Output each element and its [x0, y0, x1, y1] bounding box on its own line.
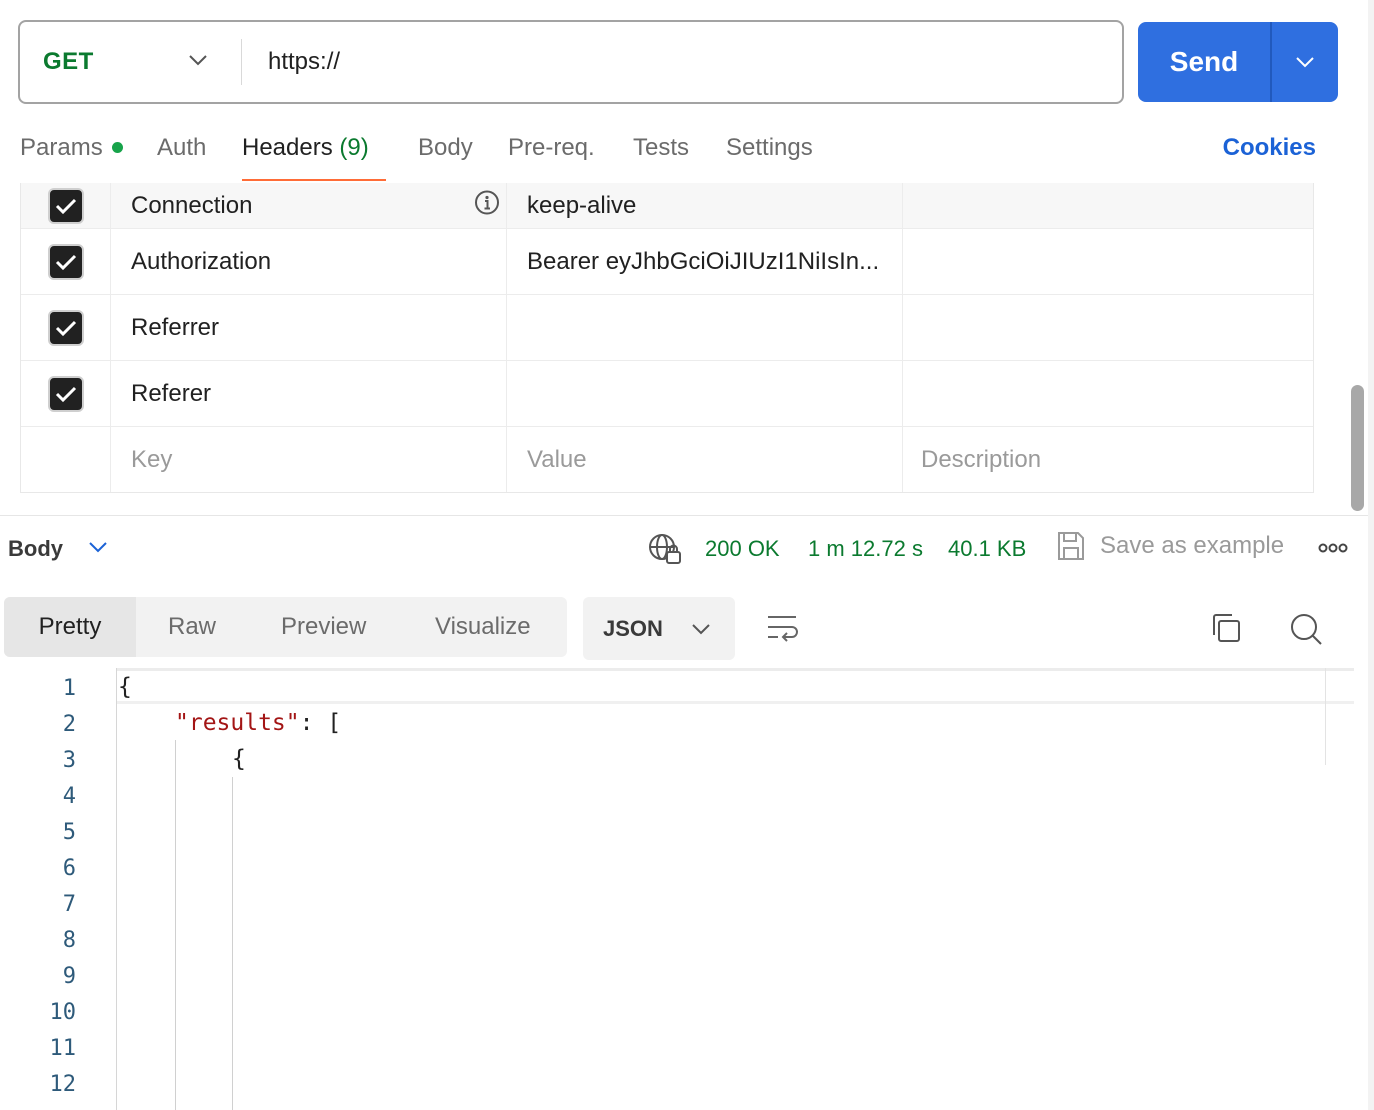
view-visualize[interactable]: Visualize [435, 597, 531, 657]
tab-params-label: Params [20, 134, 103, 161]
search-icon[interactable] [1289, 612, 1323, 651]
header-description[interactable] [903, 183, 1313, 228]
chevron-down-icon[interactable] [88, 540, 108, 558]
more-options-icon[interactable] [1318, 541, 1348, 559]
send-options-button[interactable] [1272, 22, 1338, 102]
line-number: 11 [49, 1036, 77, 1061]
code-line[interactable]: "results": [ [175, 710, 341, 736]
info-icon[interactable] [474, 189, 500, 222]
format-dropdown[interactable]: JSON [583, 597, 735, 660]
tab-body[interactable]: Body [418, 134, 473, 162]
header-description[interactable] [903, 295, 1313, 360]
method-dropdown[interactable]: GET [20, 39, 242, 85]
active-tab-underline [242, 179, 386, 181]
header-enabled-checkbox[interactable] [47, 375, 84, 412]
checkmark-icon [55, 386, 76, 402]
line-number: 2 [62, 712, 76, 737]
save-icon [1058, 532, 1084, 560]
tab-params[interactable]: Params [20, 134, 123, 162]
request-tabs: Params Auth Headers (9) Body Pre-req. Te… [0, 126, 1360, 182]
table-row: Connection keep-alive [21, 183, 1313, 229]
headers-count-badge: (9) [339, 134, 369, 161]
tab-headers[interactable]: Headers (9) [242, 134, 369, 162]
line-number: 12 [49, 1072, 77, 1097]
view-pretty[interactable]: Pretty [4, 597, 136, 657]
line-number: 9 [62, 964, 76, 989]
current-line-highlight [116, 701, 1354, 704]
line-number: 5 [62, 820, 76, 845]
table-row: Referer [21, 361, 1313, 427]
tab-settings[interactable]: Settings [726, 134, 813, 162]
header-enabled-checkbox[interactable] [47, 187, 84, 224]
new-key-input[interactable]: Key [131, 446, 172, 474]
method-label: GET [43, 48, 94, 75]
code-line[interactable]: { [118, 674, 132, 700]
chevron-down-icon [188, 53, 208, 71]
line-number: 7 [62, 892, 76, 917]
tab-tests[interactable]: Tests [633, 134, 689, 162]
new-header-row: Key Value Description [21, 427, 1313, 492]
chevron-down-icon [692, 623, 710, 634]
header-description[interactable] [903, 229, 1313, 294]
line-number: 1 [62, 676, 76, 701]
json-key: "results" [175, 710, 300, 736]
response-time[interactable]: 1 m 12.72 s [808, 536, 923, 562]
indent-guide [175, 740, 176, 1110]
gutter-border [116, 668, 117, 1110]
view-preview[interactable]: Preview [281, 597, 366, 657]
header-value[interactable]: keep-alive [527, 192, 636, 220]
indent-guide [232, 777, 233, 1110]
line-number: 8 [62, 928, 76, 953]
checkmark-icon [55, 254, 76, 270]
header-description[interactable] [903, 361, 1313, 426]
header-value[interactable]: Bearer eyJhbGciOiJIUzI1NiIsIn... [527, 248, 879, 276]
line-number: 10 [49, 1000, 77, 1025]
headers-table: Connection keep-alive Authorization Bear… [20, 183, 1314, 493]
wrap-lines-icon[interactable] [766, 613, 800, 648]
save-as-example-label: Save as example [1100, 532, 1285, 559]
header-enabled-checkbox[interactable] [47, 309, 84, 346]
scrollbar-track [1368, 0, 1374, 1110]
copy-icon[interactable] [1210, 612, 1242, 649]
line-number: 3 [62, 748, 76, 773]
code-line[interactable]: { [232, 746, 246, 772]
new-value-input[interactable]: Value [527, 446, 587, 474]
cookies-link[interactable]: Cookies [1223, 134, 1316, 162]
chevron-down-icon [1296, 57, 1314, 68]
header-key[interactable]: Referrer [131, 314, 219, 342]
response-status[interactable]: 200 OK [705, 536, 780, 562]
send-button[interactable]: Send [1138, 22, 1272, 102]
json-punctuation: : [ [299, 710, 342, 736]
editor-ruler [1325, 668, 1326, 765]
line-number: 4 [62, 784, 76, 809]
url-input[interactable] [242, 22, 1122, 102]
format-label: JSON [603, 615, 663, 641]
checkmark-icon [55, 198, 76, 214]
tab-headers-label: Headers [242, 134, 333, 161]
send-button-group: Send [1138, 22, 1338, 102]
table-row: Authorization Bearer eyJhbGciOiJIUzI1NiI… [21, 229, 1313, 295]
save-as-example-button[interactable]: Save as example [1056, 530, 1284, 562]
params-active-dot [111, 142, 123, 153]
view-raw[interactable]: Raw [168, 597, 216, 657]
scrollbar-thumb[interactable] [1351, 385, 1364, 511]
header-key[interactable]: Authorization [131, 248, 271, 276]
tab-auth[interactable]: Auth [157, 134, 206, 162]
pane-divider[interactable] [0, 515, 1368, 516]
response-body-label[interactable]: Body [8, 536, 63, 562]
header-key[interactable]: Referer [131, 380, 211, 408]
header-key[interactable]: Connection [131, 192, 252, 220]
url-bar: GET [18, 20, 1124, 104]
response-size[interactable]: 40.1 KB [948, 536, 1026, 562]
response-view-tabs: Pretty Raw Preview Visualize [4, 597, 567, 657]
checkmark-icon [55, 320, 76, 336]
editor-top-border [116, 668, 1354, 671]
table-row: Referrer [21, 295, 1313, 361]
new-description-input[interactable]: Description [921, 446, 1041, 474]
line-number: 6 [62, 856, 76, 881]
tab-prereq[interactable]: Pre-req. [508, 134, 595, 162]
globe-lock-icon[interactable] [648, 533, 682, 570]
header-enabled-checkbox[interactable] [47, 243, 84, 280]
